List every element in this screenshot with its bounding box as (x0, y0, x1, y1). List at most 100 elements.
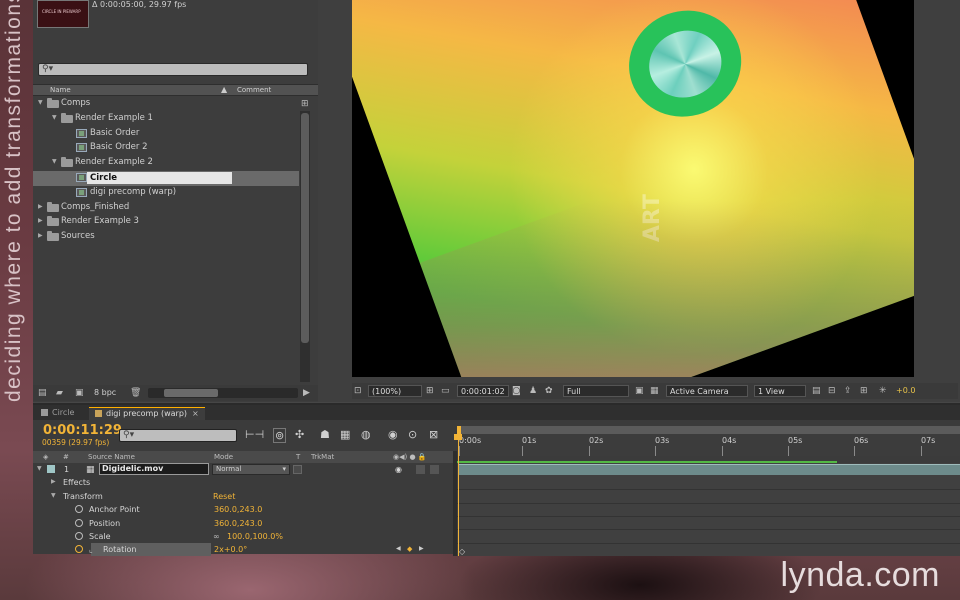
brainstorm-icon[interactable]: ◉ (388, 428, 398, 441)
tab-digi-precomp[interactable]: digi precomp (warp) × (89, 407, 205, 420)
preserve-transparency-checkbox[interactable] (293, 465, 302, 474)
sort-arrow-icon[interactable]: ▲ (221, 85, 227, 94)
video-eye-icon[interactable]: ◉ (395, 465, 402, 474)
expand-triangle-icon[interactable]: ▼ (37, 465, 42, 472)
property-value[interactable]: 2x+0.0° (214, 545, 247, 554)
tree-row-comps-finished[interactable]: ▶ Comps_Finished (33, 201, 299, 216)
always-preview-icon[interactable]: ⊡ (354, 385, 362, 397)
stopwatch-icon[interactable] (75, 518, 83, 529)
column-mode[interactable]: Mode (214, 453, 233, 461)
scrollbar-thumb[interactable] (301, 113, 309, 343)
tree-row-sources[interactable]: ▶ Sources (33, 230, 299, 245)
camera-view-select[interactable]: Active Camera (666, 385, 748, 397)
flowchart-icon[interactable]: ⊞ (860, 385, 868, 397)
bit-depth-button[interactable]: 8 bpc (94, 388, 116, 397)
layer-duration-bar[interactable] (459, 464, 960, 475)
project-search-input[interactable]: ⚲▾ (38, 63, 308, 76)
transparency-grid-icon[interactable]: ▦ (650, 385, 659, 397)
collapsed-triangle-icon[interactable]: ▶ (38, 232, 43, 239)
property-group-transform[interactable]: ▼ Transform Reset (33, 490, 455, 503)
live-update-icon[interactable]: ⊚ (273, 428, 287, 443)
blend-mode-select[interactable]: Normal ▾ (212, 464, 290, 475)
current-time-indicator-handle[interactable] (454, 434, 462, 440)
expand-triangle-icon[interactable]: ▼ (52, 158, 57, 165)
current-time-indicator[interactable] (458, 434, 459, 556)
composition-mini-flowchart-icon[interactable]: ⊢⊣ (245, 428, 264, 441)
work-area-bar[interactable] (457, 426, 960, 434)
snapshot-camera-icon[interactable]: ◙ (512, 385, 521, 397)
new-folder-icon[interactable]: ▰ (56, 388, 63, 398)
scroll-right-icon[interactable]: ▶ (303, 388, 310, 398)
next-keyframe-icon[interactable]: ▶ (419, 545, 424, 552)
timeline-search-input[interactable]: ⚲▾ (119, 429, 237, 442)
mask-visibility-icon[interactable]: ▭ (441, 385, 450, 397)
timeline-current-time[interactable]: 0:00:11:29 (43, 423, 122, 438)
property-group-effects[interactable]: ▶ Effects (33, 476, 455, 489)
column-source-name[interactable]: Source Name (88, 453, 135, 461)
close-icon[interactable]: × (192, 409, 199, 418)
safe-zones-icon[interactable]: ⊞ (426, 385, 434, 397)
color-channel-icon[interactable]: ✿ (545, 385, 553, 397)
tree-row-circle[interactable]: Circle (33, 170, 299, 186)
pixel-aspect-icon[interactable]: ▤ (812, 385, 821, 397)
region-of-interest-icon[interactable]: ▣ (635, 385, 644, 397)
resolution-select[interactable]: Full (563, 385, 629, 397)
expand-triangle-icon[interactable]: ▼ (38, 99, 43, 106)
draft-3d-icon[interactable]: ✣ (295, 428, 304, 441)
exposure-value[interactable]: +0.0 (896, 385, 915, 397)
add-keyframe-icon[interactable]: ◆ (407, 545, 412, 553)
label-column-icon[interactable]: ◈ (43, 453, 48, 461)
collapsed-triangle-icon[interactable]: ▶ (38, 203, 43, 210)
scrollbar-thumb[interactable] (164, 389, 218, 397)
property-position[interactable]: Position 360.0,243.0 (33, 517, 455, 530)
composition-canvas[interactable]: ART (352, 0, 914, 377)
tree-row-basic-order[interactable]: Basic Order (33, 127, 299, 142)
layer-name-field[interactable]: Digidelic.mov (99, 463, 209, 475)
property-value[interactable]: 100.0,100.0% (227, 532, 283, 541)
column-comment[interactable]: Comment (237, 86, 271, 94)
property-scale[interactable]: Scale ∞ 100.0,100.0% (33, 530, 455, 543)
fast-previews-icon[interactable]: ⊟ (828, 385, 836, 397)
property-value[interactable]: 360.0,243.0 (214, 519, 262, 528)
keyframe-marker-icon[interactable]: ◇ (459, 547, 465, 556)
prev-keyframe-icon[interactable]: ◀ (396, 545, 401, 552)
stopwatch-icon[interactable] (75, 531, 83, 542)
property-rotation[interactable]: ⌞ Rotation 2x+0.0° ◀ ◆ ▶ (33, 543, 455, 557)
expand-triangle-icon[interactable]: ▼ (51, 492, 56, 499)
stopwatch-icon[interactable] (75, 505, 83, 515)
tree-row-digi-precomp[interactable]: digi precomp (warp) (33, 186, 299, 201)
label-color-swatch[interactable] (47, 465, 55, 473)
layer-row[interactable]: ▼ 1 ▦ Digidelic.mov Normal ▾ ◉ (33, 463, 455, 476)
timeline-tracks[interactable]: ◇ (457, 461, 960, 556)
reset-exposure-icon[interactable]: ✳ (879, 385, 887, 397)
project-horizontal-scrollbar[interactable] (148, 388, 298, 398)
constrain-proportions-icon[interactable]: ∞ (213, 532, 220, 541)
reset-link[interactable]: Reset (213, 492, 235, 501)
current-time-field[interactable]: 0:00:01:02 (457, 385, 509, 397)
tree-row-comps[interactable]: ▼ Comps (33, 97, 299, 112)
show-snapshot-icon[interactable]: ♟ (529, 385, 537, 397)
auto-keyframe-icon[interactable]: ⊙ (408, 428, 417, 441)
tree-row-render-example-1[interactable]: ▼ Render Example 1 (33, 112, 299, 127)
tree-row-basic-order-2[interactable]: Basic Order 2 (33, 141, 299, 156)
stopwatch-active-icon[interactable] (75, 545, 83, 555)
collapsed-triangle-icon[interactable]: ▶ (38, 217, 43, 224)
rename-field[interactable]: Circle (87, 171, 232, 184)
motion-blur-icon[interactable]: ◍ (361, 428, 371, 441)
tree-row-render-example-3[interactable]: ▶ Render Example 3 (33, 215, 299, 230)
project-vertical-scrollbar[interactable] (300, 111, 310, 382)
frame-blending-icon[interactable]: ▦ (340, 428, 350, 441)
lock-toggle[interactable] (430, 465, 439, 474)
time-ruler[interactable]: 0:00s 01s 02s 03s 04s 05s 06s 07s (457, 426, 960, 456)
tree-row-render-example-2[interactable]: ▼ Render Example 2 (33, 156, 299, 171)
collapsed-triangle-icon[interactable]: ▶ (51, 478, 56, 485)
timeline-icon[interactable]: ⇪ (844, 385, 852, 397)
work-area-start-handle[interactable] (457, 426, 461, 434)
property-value[interactable]: 360.0,243.0 (214, 505, 262, 514)
tab-circle[interactable]: Circle (35, 407, 80, 420)
expand-triangle-icon[interactable]: ▼ (52, 114, 57, 121)
hide-shy-layers-icon[interactable]: ☗ (320, 428, 330, 441)
column-name[interactable]: Name (50, 86, 71, 94)
new-composition-icon[interactable]: ▣ (75, 388, 84, 398)
magnification-select[interactable]: (100%) (368, 385, 422, 397)
